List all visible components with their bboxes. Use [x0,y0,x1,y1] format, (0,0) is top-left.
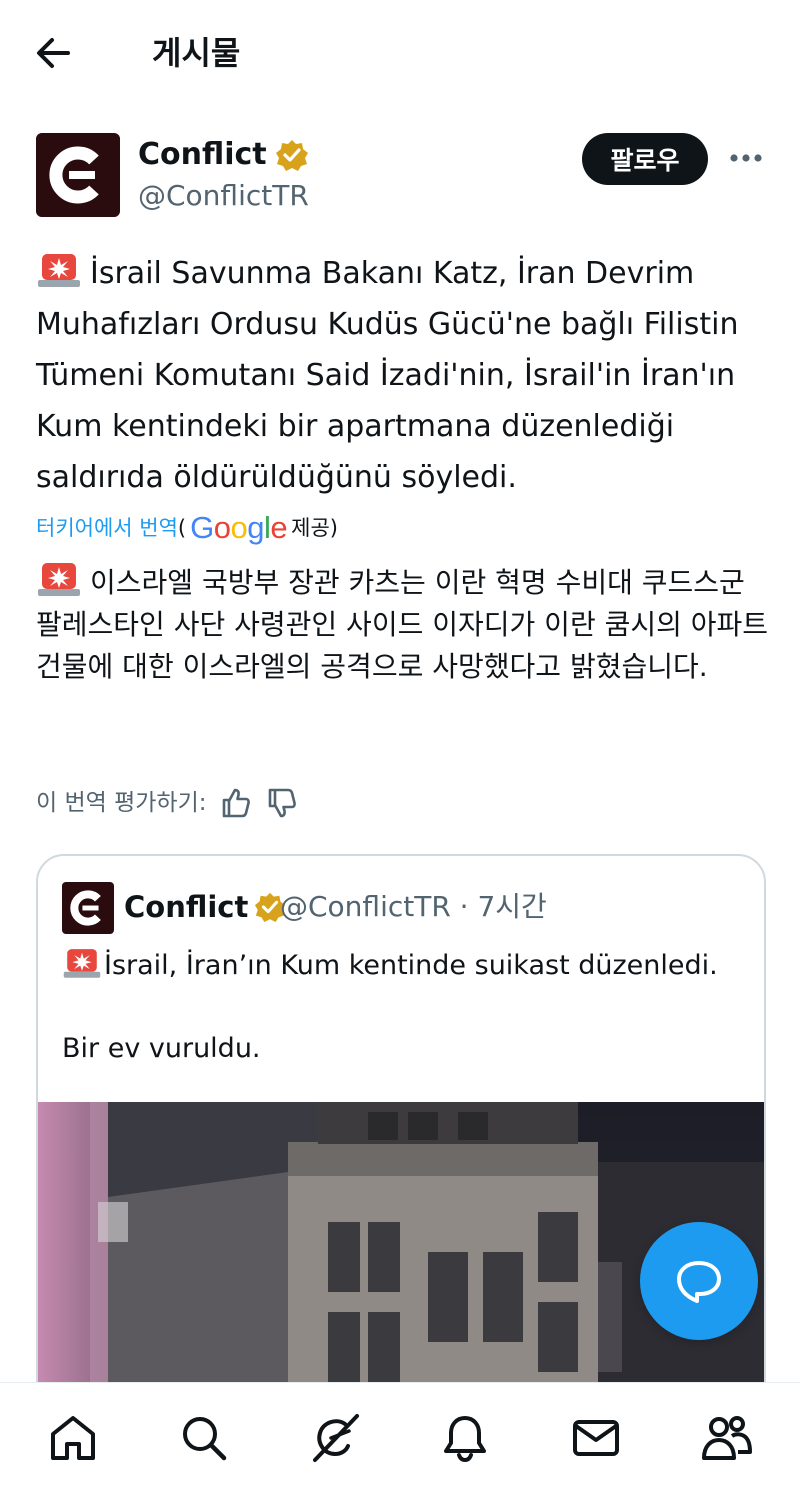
author-handle[interactable]: @ConflictTR [138,178,309,214]
open-paren: ( [177,516,187,540]
translated-text-body: 이스라엘 국방부 장관 카츠는 이란 혁명 수비대 쿠드스군 팔레스타인 사단 … [36,566,769,683]
rate-translation-label: 이 번역 평가하기: [36,790,207,816]
thumbs-down-button[interactable] [265,786,299,820]
quoted-avatar [62,882,114,934]
communities-icon [701,1415,752,1460]
grok-icon [312,1413,359,1462]
home-icon [51,1415,96,1460]
back-button[interactable] [30,30,80,76]
rate-translation: 이 번역 평가하기: [36,783,299,823]
siren-icon [38,563,80,596]
more-options-button[interactable] [722,138,770,178]
tweet-text: İsrail Savunma Bakanı Katz, İran Devrim … [36,248,771,503]
thumbs-up-button[interactable] [219,786,253,820]
nav-notifications[interactable] [433,1406,497,1470]
reply-bubble-icon [677,1261,721,1303]
follow-button[interactable]: 팔로우 [582,133,708,185]
quoted-handle-time: @ConflictTR · 7시간 [280,890,547,923]
quoted-author-name: Conflict [124,890,249,924]
avatar[interactable] [36,133,120,217]
bottom-nav [0,1382,800,1492]
notifications-icon [444,1415,487,1462]
nav-communities[interactable] [695,1406,759,1470]
quoted-tweet[interactable]: Conflict @ConflictTR · 7시간 İsrail, İran’… [36,854,766,1418]
more-icon [730,154,762,162]
nav-grok[interactable] [303,1406,367,1470]
siren-icon [38,254,80,287]
page-title: 게시물 [152,34,241,72]
search-icon [182,1416,227,1460]
thumbs-up-icon [222,788,250,818]
thumbs-down-icon [268,788,296,818]
quoted-text-line2: Bir ev vuruldu. [62,1033,261,1064]
translated-from-link[interactable]: 터키어에서 번역 [36,508,178,548]
verified-badge-icon [275,140,308,171]
reply-fab-button[interactable] [640,1222,758,1340]
nav-messages[interactable] [564,1406,628,1470]
author-name[interactable]: Conflict [138,136,267,174]
translation-attribution: 터키어에서 번역 ( Google 제공) [36,508,338,548]
translated-text: 이스라엘 국방부 장관 카츠는 이란 혁명 수비대 쿠드스군 팔레스타인 사단 … [36,560,771,688]
siren-icon [63,949,101,978]
messages-icon [572,1419,619,1456]
quoted-text-line1: İsrail, İran’ın Kum kentinde suikast düz… [62,946,718,986]
arrow-left-icon [37,38,70,68]
provided-label: 제공) [291,516,338,540]
nav-home[interactable] [41,1406,105,1470]
quoted-text-line1-body: İsrail, İran’ın Kum kentinde suikast düz… [104,950,718,981]
google-logo: Google [190,510,288,545]
nav-search[interactable] [172,1406,236,1470]
tweet-text-body: İsrail Savunma Bakanı Katz, İran Devrim … [36,256,739,495]
